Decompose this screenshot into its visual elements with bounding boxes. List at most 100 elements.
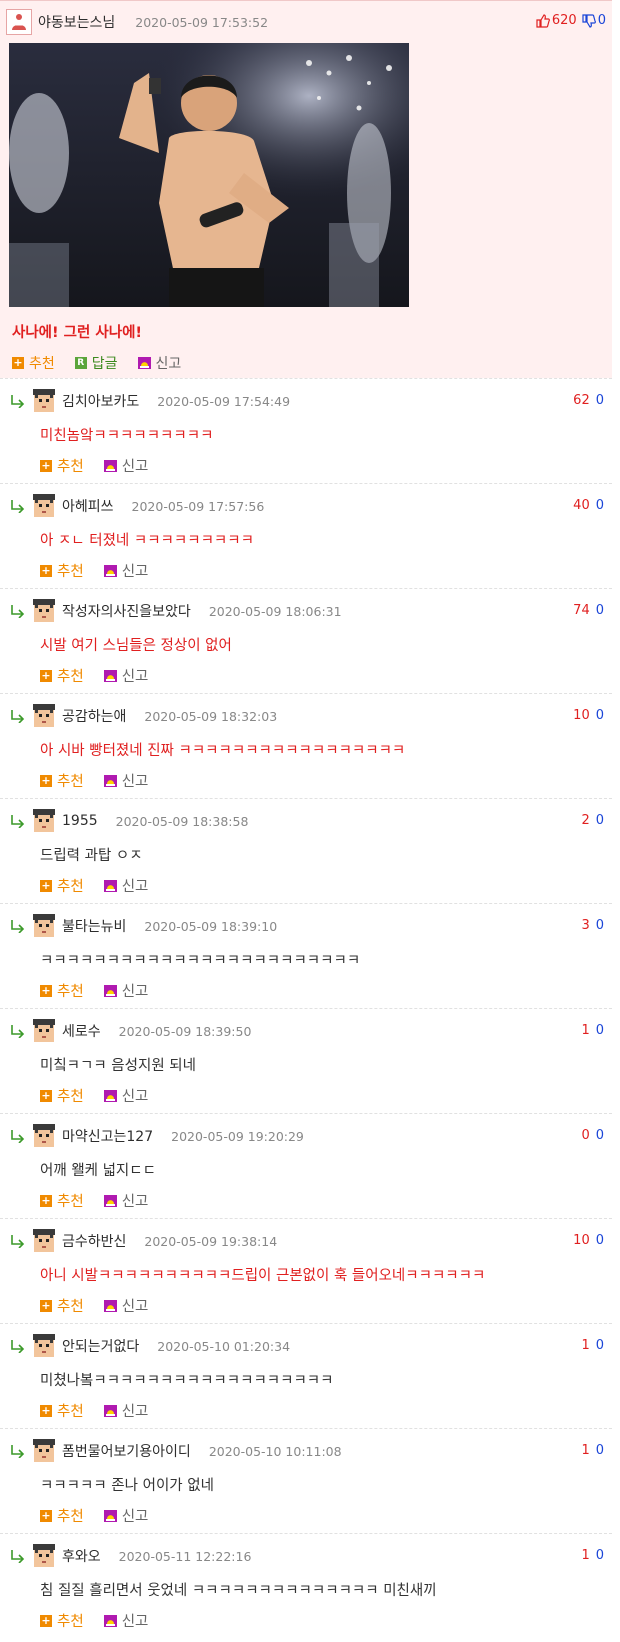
- report-button[interactable]: 신고: [103, 980, 148, 1001]
- comment-nickname[interactable]: 불타는뉴비: [62, 916, 126, 936]
- comment-text: 어깨 왤케 넓지ㄷㄷ: [40, 1163, 156, 1179]
- comment-list: 김치아보카도 2020-05-09 17:54:49 62 0 미친놈앜ㅋㅋㅋㅋㅋ…: [0, 378, 612, 1638]
- avatar-icon[interactable]: [32, 1228, 56, 1254]
- report-button[interactable]: 신고: [103, 455, 148, 476]
- recommend-button[interactable]: + 추천: [40, 980, 84, 1001]
- avatar-icon[interactable]: [32, 1543, 56, 1569]
- comment-item: 금수하반신 2020-05-09 19:38:14 10 0 아니 시발ㅋㅋㅋㅋㅋ…: [0, 1218, 612, 1323]
- comment-item: 마약신고는127 2020-05-09 19:20:29 00 어깨 왤케 넓지…: [0, 1113, 612, 1218]
- comment-item: 김치아보카도 2020-05-09 17:54:49 62 0 미친놈앜ㅋㅋㅋㅋㅋ…: [0, 378, 612, 483]
- recommend-button[interactable]: + 추천: [40, 560, 84, 581]
- plus-icon: +: [40, 1403, 52, 1417]
- siren-icon: [103, 1614, 117, 1627]
- comment-nickname[interactable]: 김치아보카도: [62, 391, 139, 411]
- report-button[interactable]: 신고: [103, 1295, 149, 1316]
- report-button[interactable]: 신고: [103, 665, 149, 686]
- avatar-icon[interactable]: [32, 1438, 56, 1464]
- comment-nickname[interactable]: 세로수: [62, 1021, 101, 1041]
- comment-nickname[interactable]: 폼번물어보기용아이디: [62, 1441, 191, 1461]
- report-button[interactable]: 신고: [103, 1505, 148, 1526]
- comment-nickname[interactable]: 작성자의사진을보았다: [62, 601, 191, 621]
- avatar-icon[interactable]: [32, 1123, 56, 1149]
- post-photo[interactable]: [9, 43, 409, 307]
- siren-icon: [103, 984, 117, 997]
- comment-nickname[interactable]: 마약신고는127: [62, 1126, 153, 1146]
- reply-arrow-icon: [11, 815, 25, 828]
- comment-votes: 10 0: [573, 708, 604, 723]
- siren-icon: [103, 1509, 117, 1522]
- thumbs-up-icon[interactable]: [536, 13, 550, 28]
- recommend-button[interactable]: + 추천: [40, 1295, 84, 1316]
- comment-header: 공감하는애 2020-05-09 18:32:03 10 0: [10, 702, 604, 730]
- avatar-icon[interactable]: [32, 1018, 56, 1044]
- post-votes: 620 0: [536, 13, 606, 28]
- report-button[interactable]: 신고: [103, 770, 148, 791]
- recommend-button[interactable]: + 추천: [12, 353, 55, 373]
- recommend-button[interactable]: + 추천: [40, 1400, 84, 1421]
- post-downvote-count: 0: [597, 13, 606, 28]
- comment-item: 세로수 2020-05-09 18:39:50 10 미칰ㅋㄱㅋ 음성지원 되네…: [0, 1008, 612, 1113]
- recommend-label: 추천: [57, 1089, 84, 1105]
- recommend-button[interactable]: + 추천: [40, 1085, 84, 1106]
- reply-button[interactable]: R 답글: [74, 353, 118, 373]
- comment-votes: 74 0: [573, 603, 604, 618]
- comment-downvote-count: 0: [595, 918, 604, 933]
- plus-icon: +: [12, 356, 24, 369]
- avatar-icon[interactable]: [32, 598, 56, 624]
- recommend-button[interactable]: + 추천: [40, 875, 84, 896]
- report-button[interactable]: 신고: [103, 875, 148, 896]
- comment-nickname[interactable]: 아헤피쓰: [62, 496, 114, 516]
- comment-item: 작성자의사진을보았다 2020-05-09 18:06:31 74 0 시발 여기…: [0, 588, 612, 693]
- recommend-button[interactable]: + 추천: [40, 770, 84, 791]
- recommend-button[interactable]: + 추천: [40, 455, 84, 476]
- comment-item: 불타는뉴비 2020-05-09 18:39:10 30 ㅋㅋㅋㅋㅋㅋㅋㅋㅋㅋㅋ…: [0, 903, 612, 1008]
- avatar-icon[interactable]: [32, 703, 56, 729]
- comment-nickname[interactable]: 1955: [62, 813, 98, 829]
- report-label: 신고: [121, 1089, 149, 1105]
- recommend-button[interactable]: + 추천: [40, 1505, 84, 1526]
- comment-item: 아헤피쓰 2020-05-09 17:57:56 40 0 아 ㅈㄴ 터졌네 ㅋㅋ…: [0, 483, 612, 588]
- recommend-label: 추천: [57, 774, 84, 790]
- comment-date: 2020-05-09 18:39:50: [118, 1023, 252, 1039]
- plus-icon: +: [40, 1298, 52, 1312]
- report-button[interactable]: 신고: [103, 1190, 148, 1211]
- recommend-button[interactable]: + 추천: [40, 1190, 84, 1211]
- comment-votes: 10: [581, 1443, 604, 1458]
- report-label: 신고: [121, 1614, 149, 1630]
- avatar-icon[interactable]: [32, 493, 56, 519]
- comment-downvote-count: 0: [595, 1338, 604, 1353]
- report-label: 신고: [121, 1299, 149, 1315]
- monk-avatar-icon[interactable]: [6, 9, 32, 35]
- comment-nickname[interactable]: 안되는거없다: [62, 1336, 139, 1356]
- recommend-button[interactable]: + 추천: [40, 1610, 84, 1631]
- comment-downvote-count: 0: [595, 1548, 604, 1563]
- comment-upvote-count: 40: [573, 498, 590, 513]
- avatar-icon[interactable]: [32, 808, 56, 834]
- post-actions: + 추천 R 답글 신고: [12, 353, 201, 373]
- report-label: 신고: [121, 669, 149, 685]
- comment-text: 시발 여기 스님들은 정상이 없어: [40, 638, 232, 654]
- comment-upvote-count: 10: [573, 708, 590, 723]
- recommend-button[interactable]: + 추천: [40, 665, 84, 686]
- comment-date: 2020-05-10 01:20:34: [157, 1338, 291, 1354]
- avatar-icon[interactable]: [32, 388, 56, 414]
- report-button[interactable]: 신고: [103, 1085, 149, 1106]
- plus-icon: +: [40, 1088, 52, 1102]
- comment-nickname[interactable]: 후와오: [62, 1546, 101, 1566]
- comment-date: 2020-05-09 18:32:03: [144, 708, 278, 724]
- thumbs-down-icon[interactable]: [582, 13, 596, 28]
- comment-actions: + 추천 신고: [40, 665, 168, 686]
- comment-nickname[interactable]: 금수하반신: [62, 1231, 126, 1251]
- plus-icon: +: [40, 668, 52, 682]
- report-button[interactable]: 신고: [103, 560, 148, 581]
- post-author-nickname[interactable]: 야동보는스님: [38, 12, 115, 32]
- report-button[interactable]: 신고: [137, 353, 181, 373]
- avatar-icon[interactable]: [32, 913, 56, 939]
- recommend-label: 추천: [29, 356, 55, 372]
- comment-downvote-count: 0: [595, 813, 604, 828]
- comment-nickname[interactable]: 공감하는애: [62, 706, 126, 726]
- siren-icon: [103, 459, 117, 472]
- report-button[interactable]: 신고: [103, 1610, 149, 1631]
- avatar-icon[interactable]: [32, 1333, 56, 1359]
- report-button[interactable]: 신고: [103, 1400, 148, 1421]
